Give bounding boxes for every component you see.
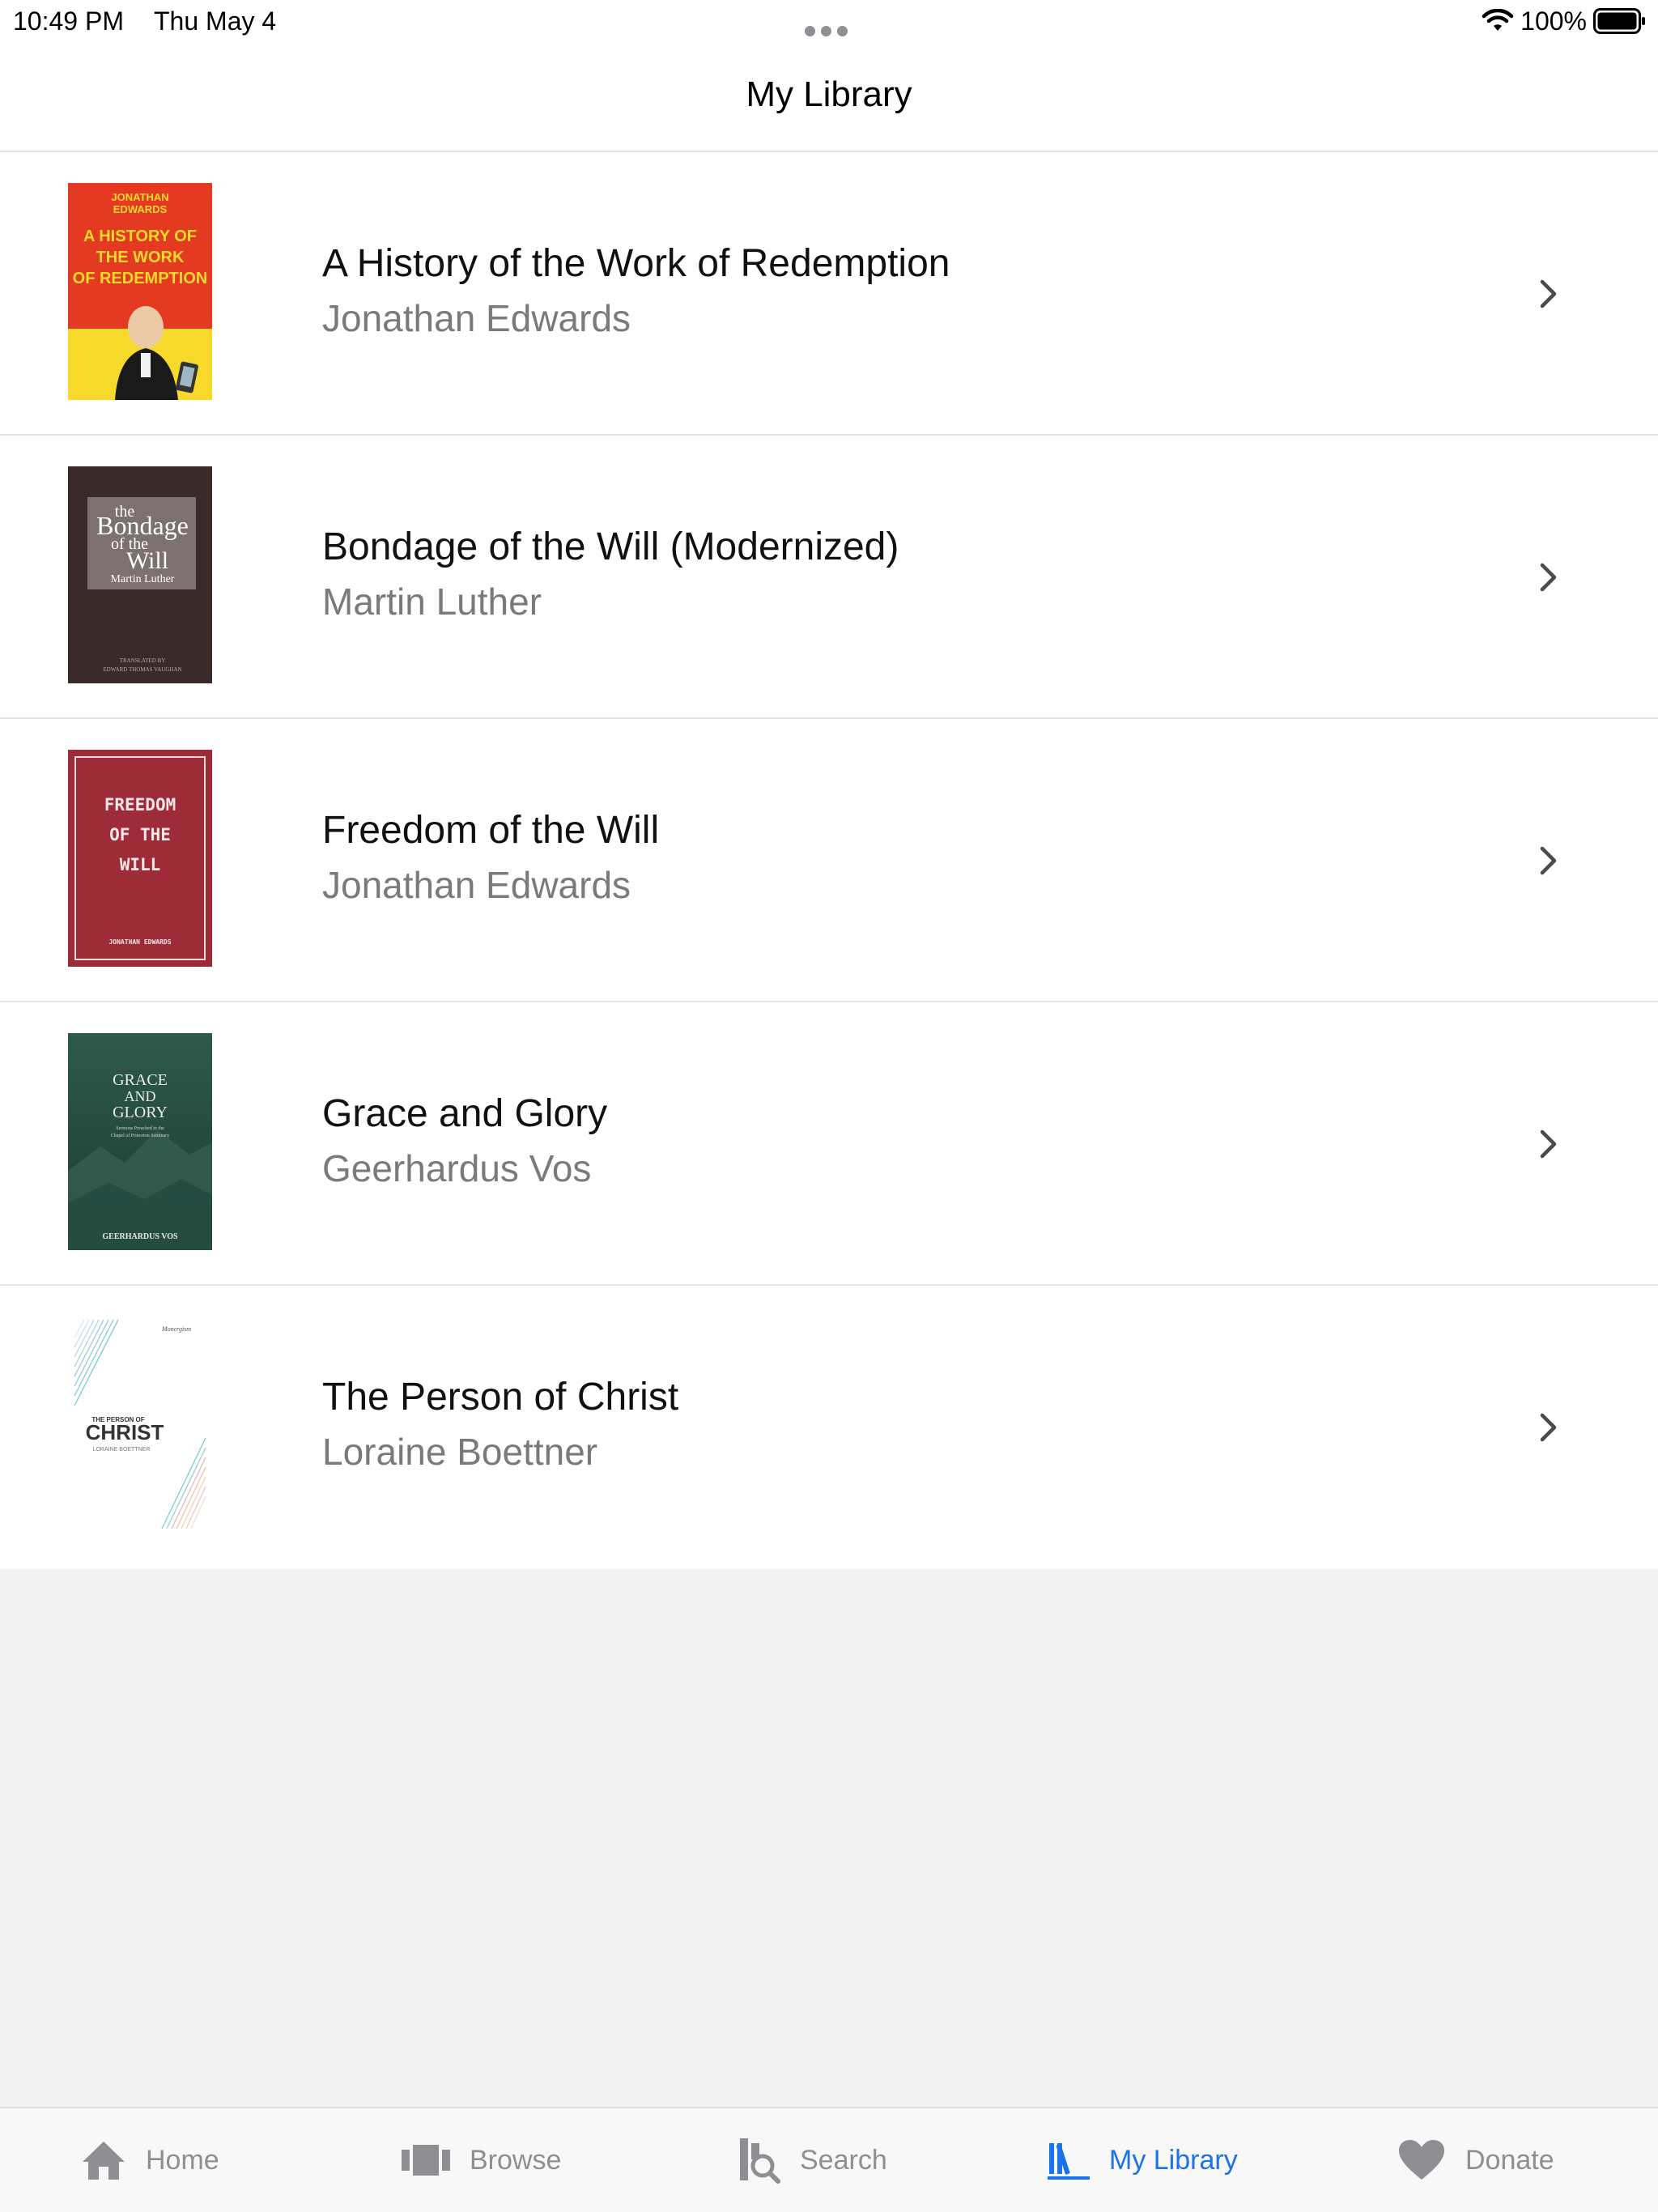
browse-icon: [402, 2145, 450, 2176]
book-row-person-of-christ[interactable]: Monergism THE PERSON OF CHRIST LORAINE B…: [0, 1286, 1658, 1569]
cover-text: GLORY: [113, 1104, 168, 1121]
tab-label: My Library: [1109, 2144, 1238, 2176]
cover-text: JONATHAN EDWARDS: [108, 938, 171, 946]
book-cover-freedom-of-the-will: FREEDOM OF THE WILL JONATHAN EDWARDS: [68, 750, 212, 967]
battery-percentage: 100%: [1520, 6, 1587, 36]
cover-text: FREEDOM: [104, 795, 176, 815]
chevron-right-icon: [1540, 846, 1557, 875]
tab-browse[interactable]: Browse: [402, 2138, 561, 2183]
book-cover-history-of-redemption: JONATHAN EDWARDS A HISTORY OF THE WORK O…: [68, 183, 212, 400]
cover-text: A HISTORY OF: [83, 228, 197, 245]
book-row-freedom-of-the-will[interactable]: FREEDOM OF THE WILL JONATHAN EDWARDS Fre…: [0, 719, 1658, 1002]
book-cover-bondage-of-the-will: the Bondage of the Will Martin Luther TR…: [68, 466, 212, 683]
book-title: A History of the Work of Redemption: [322, 242, 950, 285]
book-author: Geerhardus Vos: [322, 1147, 592, 1189]
cover-text: JONATHAN: [111, 191, 168, 203]
chevron-right-icon: [1540, 563, 1557, 592]
navigation-bar: My Library: [0, 42, 1658, 152]
cover-text: AND: [125, 1088, 156, 1104]
cover-text: Martin Luther: [111, 573, 175, 585]
book-row-grace-and-glory[interactable]: GRACE AND GLORY Sermons Preached in the …: [0, 1002, 1658, 1286]
tab-home[interactable]: Home: [81, 2138, 219, 2183]
tab-bar: Home Browse Search My Library Donate: [0, 2107, 1658, 2212]
status-bar: 10:49 PM Thu May 4 100%: [0, 0, 1658, 42]
cover-text: OF THE: [109, 825, 171, 844]
chevron-right-icon: [1540, 1129, 1557, 1159]
cover-text: Sermons Preached in the: [116, 1126, 164, 1131]
tab-my-library[interactable]: My Library: [1048, 2138, 1238, 2183]
status-right: 100%: [1482, 5, 1647, 37]
tab-label: Search: [800, 2144, 887, 2176]
book-title: Freedom of the Will: [322, 809, 660, 852]
tab-donate[interactable]: Donate: [1397, 2138, 1554, 2183]
wifi-icon: [1482, 9, 1514, 31]
multitasking-dots-icon[interactable]: [805, 13, 853, 36]
tab-search[interactable]: Search: [738, 2138, 887, 2184]
book-list: JONATHAN EDWARDS A HISTORY OF THE WORK O…: [0, 152, 1658, 1569]
book-title: Grace and Glory: [322, 1092, 608, 1135]
tab-label: Home: [146, 2144, 219, 2176]
book-title: The Person of Christ: [322, 1376, 679, 1419]
book-author: Jonathan Edwards: [322, 297, 631, 339]
heart-icon: [1399, 2140, 1444, 2180]
cover-text: TRANSLATED BY: [120, 657, 166, 664]
cover-text: GRACE: [113, 1071, 168, 1089]
cover-text: GEERHARDUS VOS: [102, 1232, 178, 1241]
book-row-bondage-of-the-will[interactable]: the Bondage of the Will Martin Luther TR…: [0, 436, 1658, 719]
cover-text: Chapel of Princeton Seminary: [111, 1133, 169, 1138]
cover-text: Monergism: [161, 1325, 191, 1333]
library-icon: [1048, 2143, 1090, 2180]
cover-text: OF REDEMPTION: [73, 270, 208, 287]
book-author: Jonathan Edwards: [322, 864, 631, 906]
tab-label: Browse: [470, 2144, 562, 2176]
book-row-history-of-redemption[interactable]: JONATHAN EDWARDS A HISTORY OF THE WORK O…: [0, 152, 1658, 436]
cover-text: EDWARD THOMAS VAUGHAN: [103, 666, 181, 673]
status-date: Thu May 4: [154, 6, 277, 36]
battery-icon: [1593, 8, 1645, 34]
book-author: Loraine Boettner: [322, 1431, 598, 1473]
search-icon: [740, 2138, 780, 2184]
cover-text: WILL: [120, 855, 161, 874]
status-time: 10:49 PM: [13, 6, 124, 36]
cover-text: LORAINE BOETTNER: [93, 1447, 151, 1453]
cover-text: Will: [126, 547, 168, 574]
cover-text: THE WORK: [96, 249, 185, 266]
chevron-right-icon: [1540, 279, 1557, 308]
page-title: My Library: [746, 74, 912, 114]
book-cover-grace-and-glory: GRACE AND GLORY Sermons Preached in the …: [68, 1033, 212, 1250]
book-title: Bondage of the Will (Modernized): [322, 525, 899, 568]
home-icon: [83, 2142, 125, 2180]
tab-label: Donate: [1465, 2144, 1554, 2176]
book-author: Martin Luther: [322, 581, 542, 623]
cover-text: CHRIST: [86, 1420, 164, 1444]
book-cover-person-of-christ: Monergism THE PERSON OF CHRIST LORAINE B…: [68, 1317, 212, 1534]
cover-text: EDWARDS: [113, 203, 168, 215]
chevron-right-icon: [1540, 1413, 1557, 1442]
